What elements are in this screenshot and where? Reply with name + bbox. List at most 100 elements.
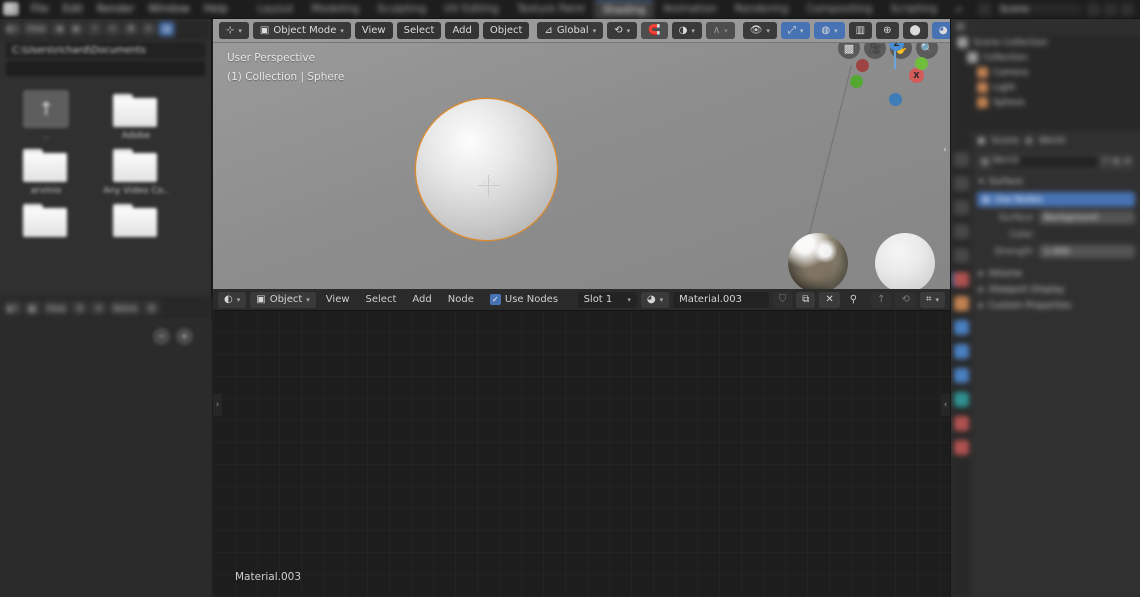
menu-edit[interactable]: Edit	[56, 1, 90, 17]
data-properties-tab[interactable]	[954, 416, 969, 431]
zoom-out-icon[interactable]: −	[153, 328, 170, 345]
outliner-row-camera[interactable]: Camera	[951, 65, 1140, 80]
menu-file[interactable]: File	[24, 1, 56, 17]
tab-layout[interactable]: Layout	[249, 0, 303, 18]
nav-forward-icon[interactable]: ▶	[69, 22, 84, 36]
object-mode-selector[interactable]: ▣ Object Mode ▾	[253, 22, 351, 39]
up-arrow-icon[interactable]: ↑	[871, 292, 891, 308]
xray-toggle-icon[interactable]: ▥	[849, 22, 872, 39]
snap-toggle-icon[interactable]: 🧲	[641, 22, 667, 39]
object-properties-tab[interactable]	[954, 296, 969, 311]
gizmo-axis-negy-icon[interactable]	[850, 75, 863, 88]
shading-wireframe-icon[interactable]: ⊕	[876, 22, 898, 39]
editor-type-outliner-icon[interactable]: ▤	[956, 22, 965, 32]
tool-properties-tab[interactable]	[954, 152, 969, 167]
menu-help[interactable]: Help	[197, 1, 235, 17]
footer-filter-icon[interactable]: ⚟	[91, 301, 106, 315]
breadcrumb-scene[interactable]: Scene	[992, 136, 1019, 146]
section-custom-properties[interactable]: ▸ Custom Properties	[971, 298, 1140, 314]
tab-modeling[interactable]: Modeling	[302, 0, 368, 18]
outliner-row-sphere[interactable]: Sphere	[951, 95, 1140, 110]
tab-texture-paint[interactable]: Texture Paint	[508, 0, 594, 18]
viewport-menu-object[interactable]: Object	[483, 22, 530, 39]
render-properties-tab[interactable]	[954, 176, 969, 191]
list-item[interactable]: ..	[10, 90, 82, 141]
proportional-editing-icon[interactable]: ◑▾	[672, 22, 702, 39]
footer-sort-icon[interactable]: ⇅	[72, 301, 87, 315]
material-slot-selector[interactable]: Slot 1▾	[578, 292, 637, 308]
add-workspace-button[interactable]: +	[946, 3, 971, 16]
material-sphere-icon[interactable]: ◕▾	[641, 292, 669, 308]
sphere-object[interactable]	[415, 98, 558, 241]
shader-menu-view[interactable]: View	[320, 292, 356, 308]
section-viewport-display[interactable]: ▸ Viewport Display	[971, 282, 1140, 298]
unlink-world-icon[interactable]: ✕	[1123, 157, 1131, 167]
footer-name-menu[interactable]: Name	[110, 301, 140, 315]
file-search-input[interactable]	[6, 61, 205, 76]
viewport-visibility-icon[interactable]: 👁▾	[743, 22, 777, 39]
list-item[interactable]: arvinio	[10, 145, 82, 196]
filter-icon[interactable]: ⚟	[141, 22, 156, 36]
shader-menu-node[interactable]: Node	[442, 292, 480, 308]
footer-view-menu[interactable]: View	[44, 301, 69, 315]
shader-type-selector[interactable]: ▣ Object ▾	[250, 292, 316, 308]
viewport-menu-add[interactable]: Add	[445, 22, 478, 39]
shield-icon[interactable]: ⛉	[773, 292, 793, 308]
constraint-properties-tab[interactable]	[954, 392, 969, 407]
editor-type-filebrowser-icon[interactable]: ◐▾	[4, 22, 21, 36]
viewport-menu-view[interactable]: View	[355, 22, 393, 39]
editor-type-3dview-icon[interactable]: ⊹▾	[219, 22, 249, 39]
pin-icon[interactable]: ⚲	[844, 292, 863, 308]
world-name-field[interactable]: World	[993, 156, 1098, 168]
transform-orientation-selector[interactable]: ⊿ Global ▾	[537, 22, 603, 39]
list-item[interactable]	[100, 200, 172, 241]
scene-selector[interactable]: Scene	[995, 2, 1083, 16]
view-layer-properties-tab[interactable]	[954, 224, 969, 239]
material-properties-tab[interactable]	[954, 440, 969, 455]
footer-settings-icon[interactable]: ⚙	[144, 301, 159, 315]
output-properties-tab[interactable]	[954, 200, 969, 215]
zoom-in-icon[interactable]: +	[176, 328, 193, 345]
snap-icon[interactable]: ⟲	[895, 292, 915, 308]
overlays-icon[interactable]: ⌗▾	[920, 292, 945, 308]
tab-scripting[interactable]: Scripting	[881, 0, 946, 18]
new-view-layer-icon[interactable]	[1121, 3, 1134, 16]
refresh-icon[interactable]: ⟳	[105, 22, 120, 36]
viewport-sidebar-toggle[interactable]: ‹	[940, 139, 950, 161]
blender-logo-icon[interactable]	[3, 2, 19, 16]
gizmo-axis-negx-icon[interactable]	[856, 59, 869, 72]
scene-properties-tab[interactable]	[954, 248, 969, 263]
tab-compositing[interactable]: Compositing	[798, 0, 882, 18]
file-path-field[interactable]: C:\Users\richard\Documents	[6, 43, 205, 58]
shader-toolbar-toggle[interactable]: ›	[213, 394, 222, 416]
footer-display-icon[interactable]: ▦	[25, 301, 40, 315]
outliner-row-light[interactable]: Light	[951, 80, 1140, 95]
nav-parent-icon[interactable]: ↑	[87, 22, 102, 36]
viewport-gizmos-icon[interactable]: ⤢▾	[781, 22, 811, 39]
node-canvas[interactable]	[213, 311, 950, 597]
particle-properties-tab[interactable]	[954, 344, 969, 359]
shading-solid-icon[interactable]: ⬤	[903, 22, 928, 39]
new-scene-icon[interactable]	[1087, 3, 1100, 16]
nav-back-icon[interactable]: ◀	[51, 22, 66, 36]
tab-shading[interactable]: Shading	[594, 0, 655, 19]
modifier-properties-tab[interactable]	[954, 320, 969, 335]
tab-sculpting[interactable]: Sculpting	[368, 0, 435, 18]
use-nodes-toggle[interactable]: ✓ Use Nodes	[484, 292, 564, 308]
footer-editor-icon[interactable]: ◐▾	[4, 301, 21, 315]
outliner-row-collection[interactable]: Collection	[951, 50, 1140, 65]
menu-render[interactable]: Render	[90, 1, 141, 17]
display-mode-thumbnail-icon[interactable]: ▦	[159, 22, 174, 36]
field-value[interactable]: Background	[1039, 211, 1135, 224]
editor-type-shader-icon[interactable]: ◐▾	[218, 292, 246, 308]
shader-menu-add[interactable]: Add	[406, 292, 437, 308]
world-properties-tab[interactable]	[954, 272, 969, 287]
snap-icon[interactable]: ⟲▾	[607, 22, 637, 39]
shader-sidebar-toggle[interactable]: ‹	[941, 394, 950, 416]
tab-rendering[interactable]: Rendering	[726, 0, 798, 18]
viewport-menu-select[interactable]: Select	[397, 22, 442, 39]
tab-uv-editing[interactable]: UV Editing	[435, 0, 508, 18]
shading-material-preview-icon[interactable]: ◕	[932, 22, 950, 39]
physics-properties-tab[interactable]	[954, 368, 969, 383]
shield-icon[interactable]: ⛉	[1102, 157, 1109, 167]
